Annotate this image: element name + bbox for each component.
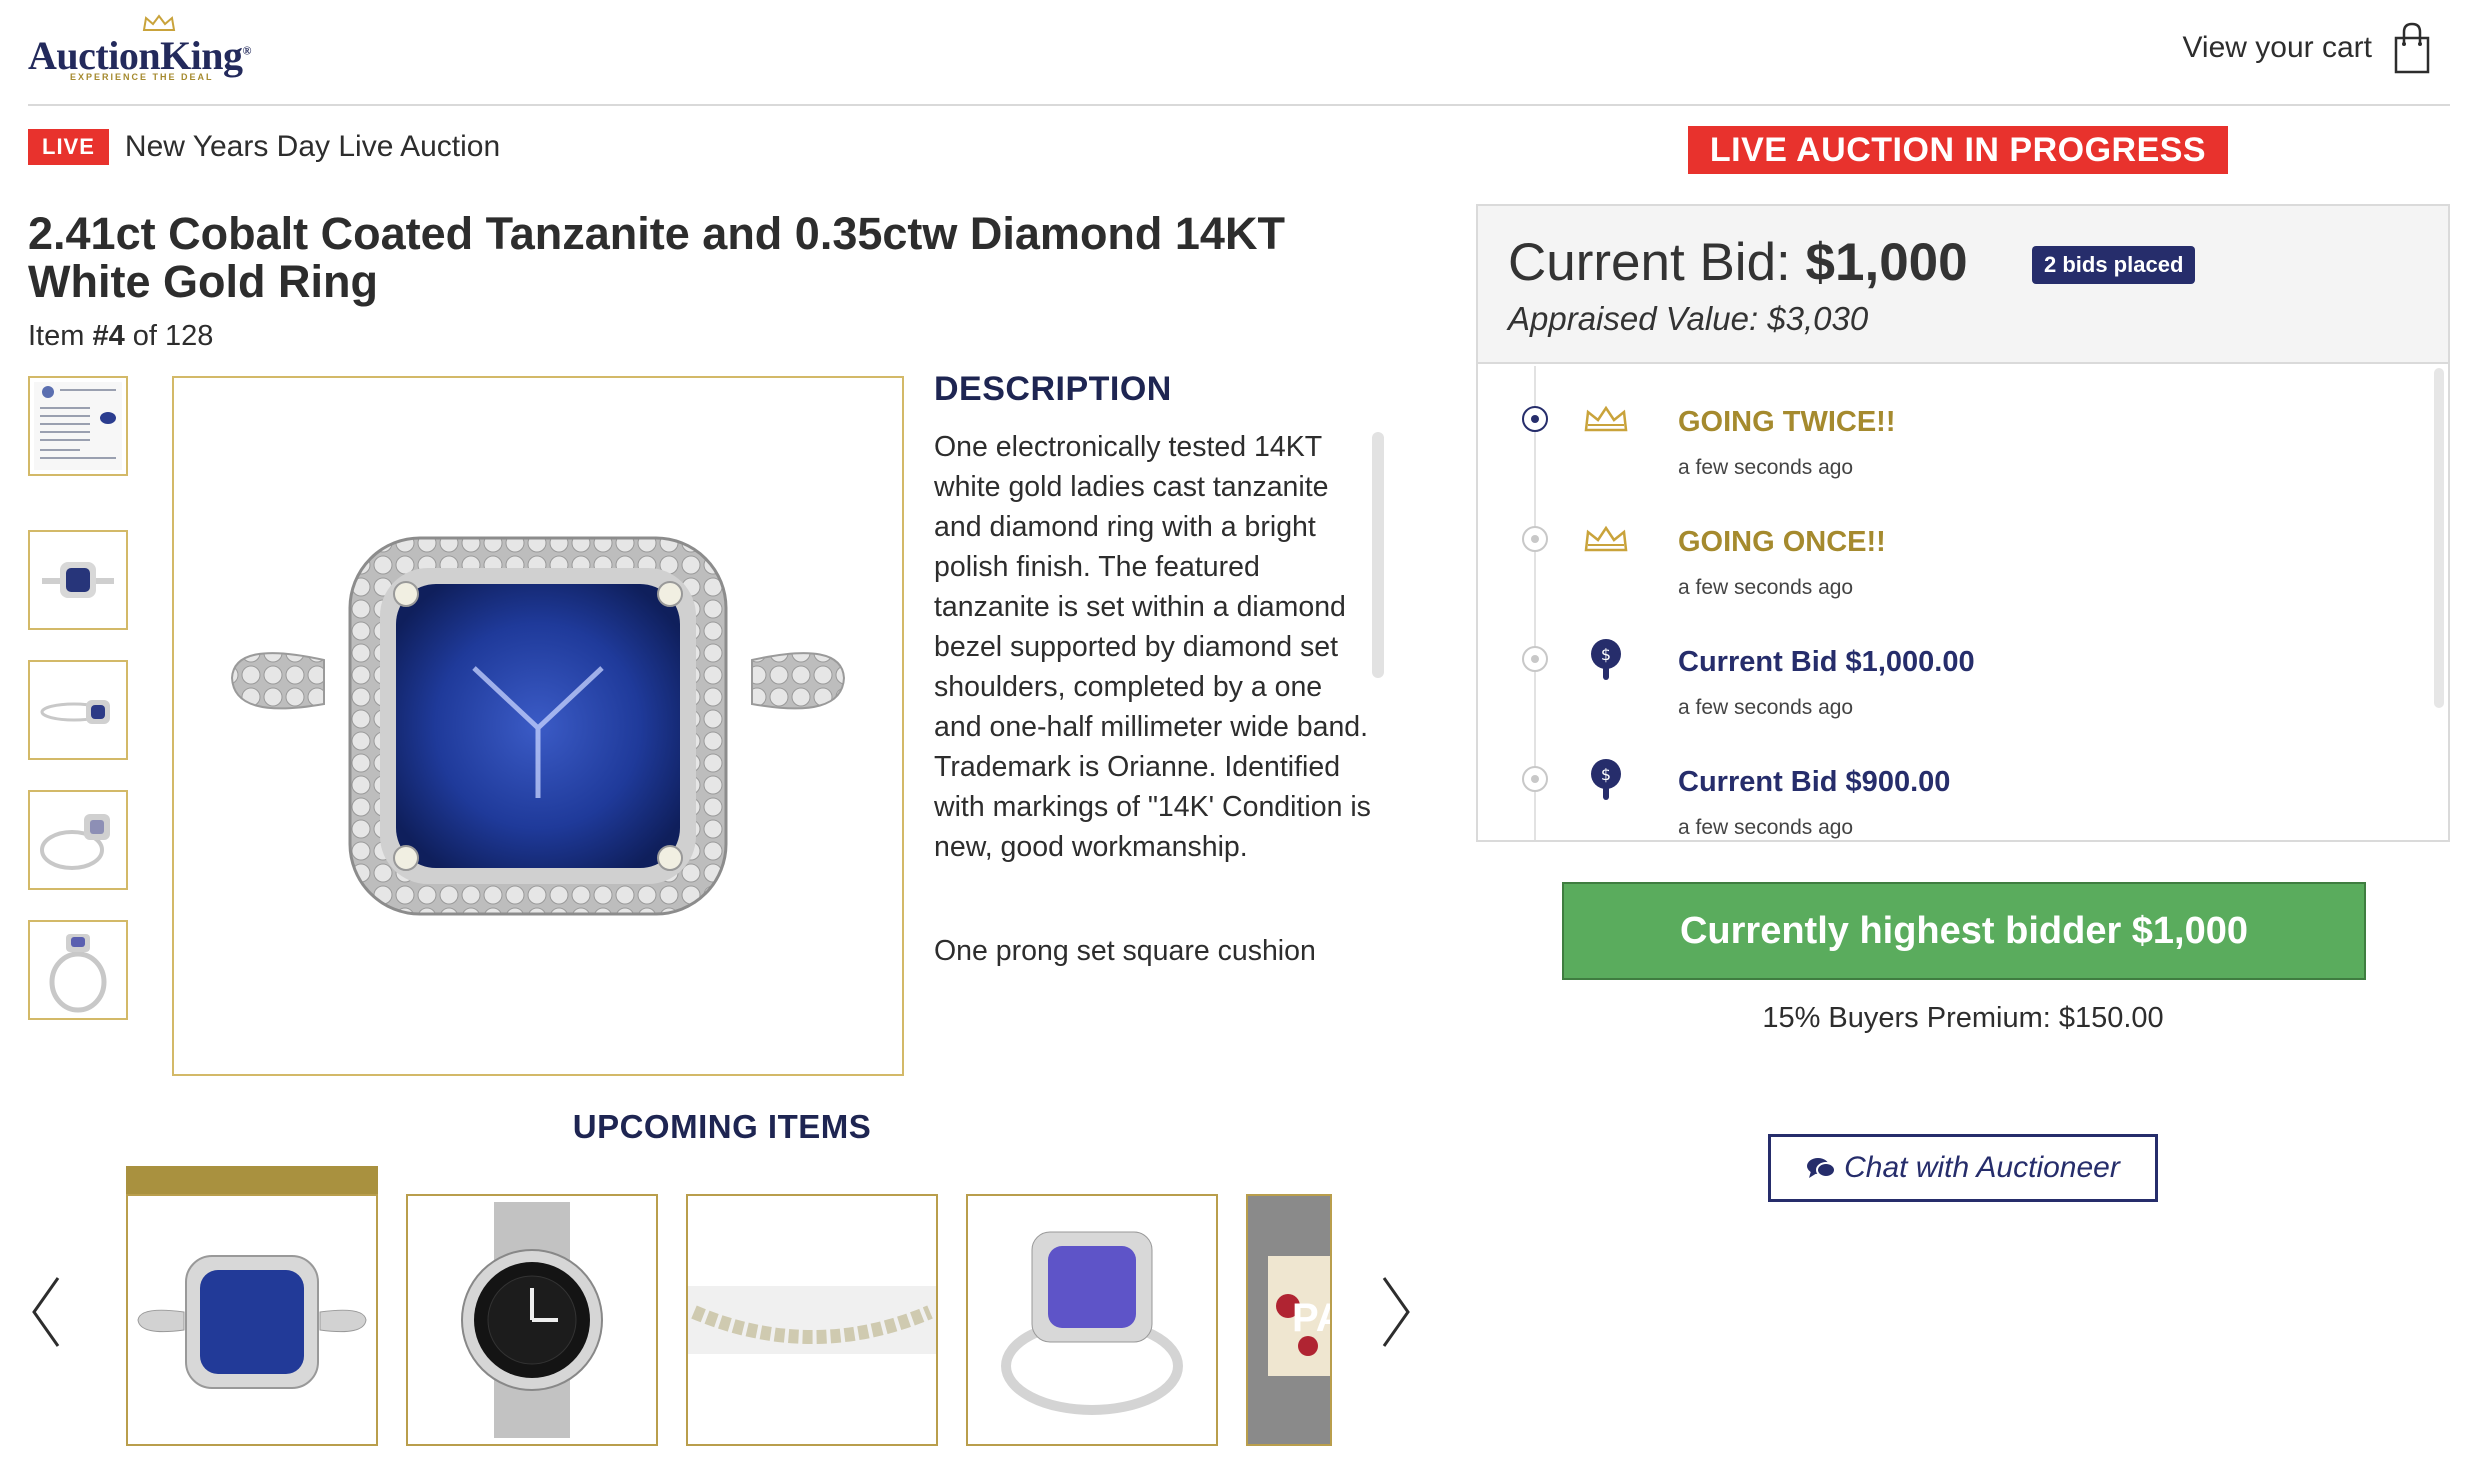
upcoming-item-partial[interactable]: PA: [1246, 1194, 1332, 1446]
logo-crown-icon: [142, 14, 176, 31]
timeline-time: a few seconds ago: [1678, 576, 1854, 599]
current-bid: Current Bid: $1,000: [1508, 233, 1968, 292]
chevron-left-icon: [32, 1277, 60, 1347]
auction-title-row: LIVE New Years Day Live Auction: [28, 126, 500, 168]
buyers-premium: 15% Buyers Premium: $150.00: [1762, 1002, 2164, 1034]
svg-text:$: $: [1601, 765, 1611, 784]
carousel-next-button[interactable]: [1378, 1272, 1414, 1365]
timeline-item: $ Current Bid $900.00 a few seconds ago: [1478, 740, 2378, 840]
description-paragraph-1: One electronically tested 14KT white gol…: [934, 431, 1371, 863]
timeline-item: GOING ONCE!! a few seconds ago: [1478, 500, 2378, 620]
bids-placed-badge: 2 bids placed: [2032, 246, 2196, 284]
item-counter: Item #4 of 128: [28, 320, 214, 352]
timeline-title: GOING TWICE!!: [1678, 406, 1896, 438]
thumbnail-ring-front[interactable]: [28, 920, 128, 1020]
auction-title[interactable]: New Years Day Live Auction: [125, 130, 500, 164]
live-auction-banner: LIVE AUCTION IN PROGRESS: [1688, 126, 2228, 174]
timeline-time: a few seconds ago: [1678, 456, 1854, 479]
auctionking-logo[interactable]: AuctionKing® EXPERIENCE THE DEAL: [28, 14, 278, 86]
timeline-time: a few seconds ago: [1678, 816, 1854, 839]
chevron-right-icon: [1382, 1277, 1410, 1347]
crown-icon: [1584, 525, 1628, 552]
crown-icon: [1584, 405, 1628, 432]
upcoming-item-diamond-bracelet[interactable]: [686, 1194, 938, 1446]
svg-text:$: $: [1601, 645, 1611, 664]
main-product-image[interactable]: [172, 376, 904, 1076]
timeline-scrollbar[interactable]: [2434, 368, 2444, 708]
upcoming-item-tanzanite-ring[interactable]: [126, 1194, 378, 1446]
description-panel: DESCRIPTION One electronically tested 14…: [934, 370, 1384, 1080]
upcoming-items-heading: UPCOMING ITEMS: [572, 1108, 872, 1145]
tanzanite-ring-image: [230, 536, 846, 916]
timeline-item: $ Current Bid $1,000.00 a few seconds ag…: [1478, 620, 2378, 740]
description-scrollbar[interactable]: [1372, 432, 1384, 678]
highest-bidder-button[interactable]: Currently highest bidder $1,000: [1562, 882, 2366, 980]
description-heading: DESCRIPTION: [934, 370, 1172, 408]
bid-panel: Current Bid: $1,000 2 bids placed Apprai…: [1476, 204, 2450, 842]
timeline-time: a few seconds ago: [1678, 696, 1854, 719]
timeline-title: Current Bid $900.00: [1678, 766, 1951, 798]
carousel-prev-button[interactable]: [28, 1272, 64, 1365]
chat-bubbles-icon: [1807, 1158, 1837, 1178]
thumbnail-ring-top[interactable]: [28, 530, 128, 630]
bid-summary: Current Bid: $1,000 2 bids placed Apprai…: [1478, 206, 2448, 364]
timeline-title: Current Bid $1,000.00: [1678, 646, 1975, 678]
view-cart-link[interactable]: View your cart: [2182, 22, 2432, 74]
logo-tagline: EXPERIENCE THE DEAL: [70, 72, 214, 82]
appraised-value: Appraised Value: $3,030: [1508, 300, 1869, 337]
partial-item-label: PA: [1292, 1296, 1330, 1340]
upcoming-item-tanzanite-ring-2[interactable]: [966, 1194, 1218, 1446]
timeline-dot: [1522, 766, 1548, 792]
upcoming-item-rolex-watch[interactable]: [406, 1194, 658, 1446]
description-paragraph-2: One prong set square cushion: [934, 935, 1316, 967]
timeline-item: GOING TWICE!! a few seconds ago: [1478, 380, 2378, 500]
item-title: 2.41ct Cobalt Coated Tanzanite and 0.35c…: [28, 208, 1285, 307]
site-header: AuctionKing® EXPERIENCE THE DEAL View yo…: [28, 0, 2450, 106]
timeline-title: GOING ONCE!!: [1678, 526, 1886, 558]
chat-with-auctioneer-button[interactable]: Chat with Auctioneer: [1768, 1134, 2158, 1202]
timeline-dot: [1522, 646, 1548, 672]
thumbnail-certificate[interactable]: [28, 376, 128, 476]
shopping-bag-icon: [2394, 22, 2430, 74]
bid-paddle-icon: $: [1591, 759, 1621, 800]
thumbnail-ring-side[interactable]: [28, 660, 128, 760]
thumbnail-ring-angle[interactable]: [28, 790, 128, 890]
live-badge: LIVE: [28, 129, 109, 165]
bid-history-timeline[interactable]: GOING TWICE!! a few seconds ago GOING ON…: [1478, 366, 2448, 840]
chat-button-label: Chat with Auctioneer: [1844, 1151, 2120, 1184]
timeline-dot-active: [1522, 406, 1548, 432]
current-item-indicator: [126, 1166, 378, 1196]
cart-label: View your cart: [2182, 31, 2372, 64]
bid-paddle-icon: $: [1591, 639, 1621, 680]
timeline-dot: [1522, 526, 1548, 552]
